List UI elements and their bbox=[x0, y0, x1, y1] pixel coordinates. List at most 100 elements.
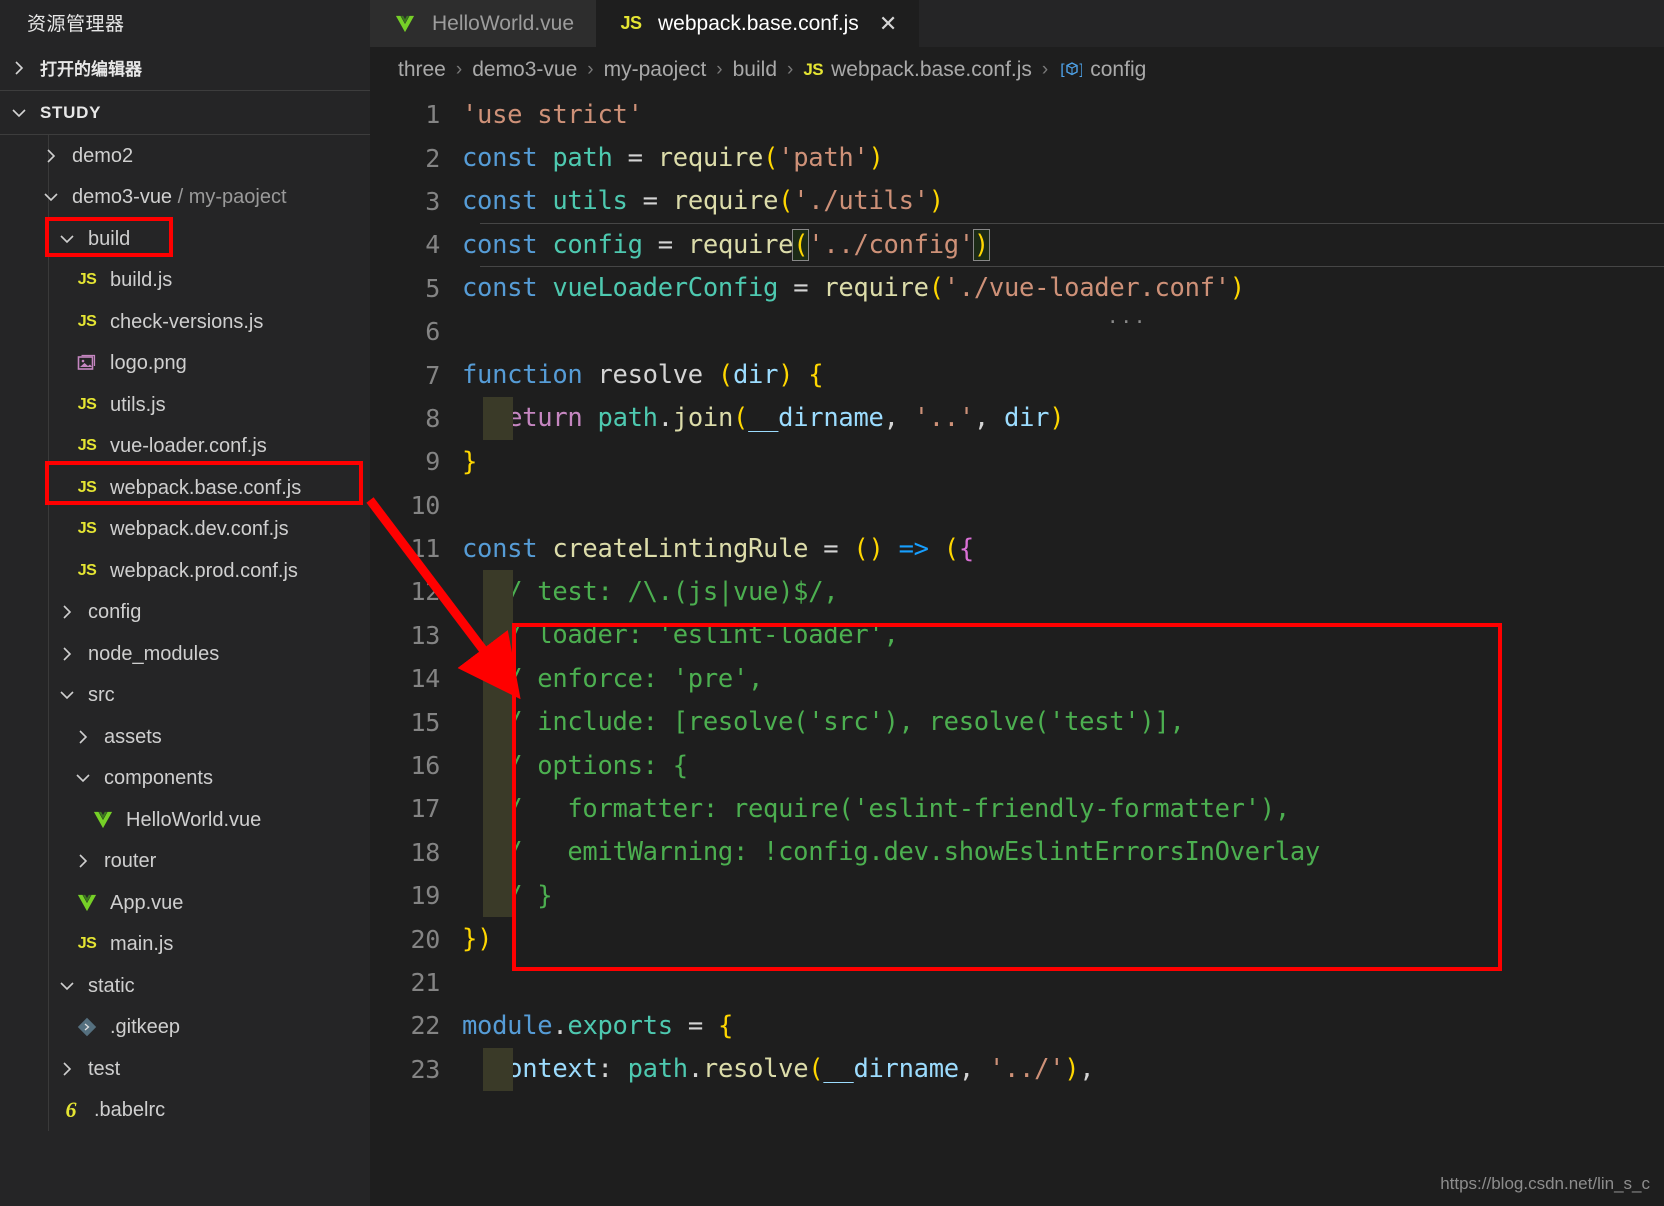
breadcrumb-item-webpack-base-conf-js[interactable]: JS webpack.base.conf.js bbox=[803, 58, 1032, 82]
tree-item-build[interactable]: build bbox=[0, 218, 370, 260]
line-number: 22 bbox=[410, 1011, 440, 1041]
tree-item-label: test bbox=[88, 1057, 121, 1080]
js-file-icon: JS bbox=[803, 60, 824, 79]
indent-guide bbox=[483, 1047, 513, 1091]
code-line[interactable]: 10 bbox=[370, 484, 1664, 527]
image-file-icon bbox=[72, 353, 102, 373]
tree-item-config[interactable]: config bbox=[0, 592, 370, 634]
tree-item-helloworld-vue[interactable]: HelloWorld.vue bbox=[0, 799, 370, 841]
line-number: 14 bbox=[410, 664, 440, 694]
breadcrumb-item-three[interactable]: three bbox=[398, 58, 446, 82]
chevron-right-icon bbox=[72, 726, 94, 748]
tree-item-components[interactable]: components bbox=[0, 758, 370, 800]
code-line[interactable]: 20}) bbox=[370, 917, 1664, 960]
tree-item-main-js[interactable]: JS main.js bbox=[0, 924, 370, 966]
line-number: 12 bbox=[410, 577, 440, 607]
tree-item-src[interactable]: src bbox=[0, 675, 370, 717]
tree-item-static[interactable]: static bbox=[0, 965, 370, 1007]
line-number: 7 bbox=[425, 360, 440, 390]
breadcrumb-item-demo3-vue[interactable]: demo3-vue bbox=[472, 58, 577, 82]
code-line[interactable]: 16 // options: { bbox=[370, 743, 1664, 788]
code-line[interactable]: 21 bbox=[370, 961, 1664, 1004]
js-file-icon: JS bbox=[77, 478, 97, 496]
js-file-icon: JS bbox=[77, 520, 97, 538]
tree-item-label: webpack.prod.conf.js bbox=[110, 559, 298, 582]
line-number: 6 bbox=[425, 317, 440, 347]
line-content: return path.join(__dirname, '..', dir) bbox=[492, 403, 1065, 434]
line-content: const config = require('../config') bbox=[462, 228, 990, 261]
tree-item-demo2[interactable]: demo2 bbox=[0, 135, 370, 177]
tree-item-webpack-dev-conf-js[interactable]: JS webpack.dev.conf.js bbox=[0, 509, 370, 551]
code-line[interactable]: 9} bbox=[370, 440, 1664, 483]
breadcrumb-item-label: config bbox=[1090, 58, 1147, 81]
tree-item-router[interactable]: router bbox=[0, 841, 370, 883]
tree-item-utils-js[interactable]: JS utils.js bbox=[0, 384, 370, 426]
tree-item-label: vue-loader.conf.js bbox=[110, 435, 267, 458]
breadcrumb-item-my-paoject[interactable]: my-paoject bbox=[604, 58, 707, 82]
tree-item-test[interactable]: test bbox=[0, 1048, 370, 1090]
chevron-right-icon bbox=[72, 850, 94, 872]
explorer-sidebar: 资源管理器 打开的编辑器 STUDY demo2 demo3-vue / my-p… bbox=[0, 0, 370, 1206]
editor-tab-label: HelloWorld.vue bbox=[432, 11, 575, 35]
tree-item-webpack-prod-conf-js[interactable]: JS webpack.prod.conf.js bbox=[0, 550, 370, 592]
code-line[interactable]: 3 const utils = require('./utils') bbox=[370, 180, 1664, 223]
code-line[interactable]: 19 // } bbox=[370, 874, 1664, 918]
tree-item-label: .babelrc bbox=[94, 1099, 166, 1122]
tree-item-label: static bbox=[88, 974, 135, 997]
vscode-window: 资源管理器 打开的编辑器 STUDY demo2 demo3-vue / my-p… bbox=[0, 0, 1664, 1206]
breadcrumb-item-label: build bbox=[732, 58, 777, 81]
code-line[interactable]: 8 return path.join(__dirname, '..', dir) bbox=[370, 396, 1664, 441]
line-number: 21 bbox=[410, 968, 440, 997]
editor-tab-webpack-base-conf-js[interactable]: JS webpack.base.conf.js ✕ bbox=[596, 0, 920, 47]
tree-item-assets[interactable]: assets bbox=[0, 716, 370, 758]
code-line[interactable]: 13 // loader: 'eslint-loader', bbox=[370, 613, 1664, 658]
code-line[interactable]: 23 context: path.resolve(__dirname, '../… bbox=[370, 1047, 1664, 1091]
tree-item-webpack-base-conf-js[interactable]: JS webpack.base.conf.js bbox=[0, 467, 370, 509]
tree-item-logo-png[interactable]: logo.png bbox=[0, 343, 370, 385]
tree-item-label: config bbox=[88, 601, 142, 624]
breadcrumb-item-build[interactable]: build bbox=[733, 58, 777, 82]
svg-text:[: [ bbox=[1058, 61, 1067, 79]
code-line[interactable]: 6 bbox=[370, 310, 1664, 353]
babel-file-icon: 6 bbox=[65, 1097, 77, 1123]
tree-item-label: src bbox=[88, 684, 115, 707]
code-line[interactable]: 5 const vueLoaderConfig = require('./vue-… bbox=[370, 267, 1664, 310]
code-line[interactable]: 17 // formatter: require('eslint-friendl… bbox=[370, 787, 1664, 831]
tree-item-gitkeep[interactable]: .gitkeep bbox=[0, 1007, 370, 1049]
code-line[interactable]: 7 function resolve (dir) { bbox=[370, 353, 1664, 396]
line-number: 18 bbox=[410, 837, 440, 867]
code-editor[interactable]: 1 'use strict' 2 const path = require('path… bbox=[370, 93, 1664, 1206]
svg-text:]: ] bbox=[1077, 61, 1082, 79]
symbol-variable-icon: [] bbox=[1058, 60, 1082, 80]
chevron-down-icon bbox=[40, 186, 62, 208]
code-line[interactable]: 15 // include: [resolve('src'), resolve(… bbox=[370, 700, 1664, 744]
code-line[interactable]: 1 'use strict' bbox=[370, 93, 1664, 136]
tree-item-build-js[interactable]: JS build.js bbox=[0, 260, 370, 302]
code-line[interactable]: 2 const path = require('path') bbox=[370, 136, 1664, 179]
breadcrumb-separator: › bbox=[787, 59, 794, 80]
code-line[interactable]: 22 module.exports = { bbox=[370, 1004, 1664, 1047]
tree-item-label: router bbox=[104, 850, 157, 873]
tree-item-node-modules[interactable]: node_modules bbox=[0, 633, 370, 675]
tree-item-vue-loader-conf-js[interactable]: JS vue-loader.conf.js bbox=[0, 426, 370, 468]
tree-item-demo3-vue[interactable]: demo3-vue / my-paoject bbox=[0, 177, 370, 219]
code-line[interactable]: 18 // emitWarning: !config.dev.showEslin… bbox=[370, 830, 1664, 875]
close-icon[interactable]: ✕ bbox=[879, 12, 897, 35]
tree-item-label: assets bbox=[104, 725, 162, 748]
tree-item-babelrc[interactable]: 6 .babelrc bbox=[0, 1090, 370, 1132]
code-line[interactable]: 4 const config = require('../config') bbox=[370, 223, 1664, 267]
open-editors-section[interactable]: 打开的编辑器 bbox=[0, 45, 370, 90]
tree-item-app-vue[interactable]: App.vue bbox=[0, 882, 370, 924]
code-line[interactable]: 14 // enforce: 'pre', bbox=[370, 657, 1664, 701]
breadcrumb-item-config[interactable]: [] config bbox=[1058, 58, 1146, 82]
code-line[interactable]: 11 const createLintingRule = () => ({ bbox=[370, 527, 1664, 570]
line-content: const createLintingRule = () => ({ bbox=[462, 533, 974, 564]
editor-tab-bar: HelloWorld.vue JS webpack.base.conf.js ✕ bbox=[370, 0, 1664, 47]
tree-item-label: check-versions.js bbox=[110, 310, 264, 333]
editor-tab-helloworld-vue[interactable]: HelloWorld.vue bbox=[370, 0, 597, 47]
code-line[interactable]: 12 // test: /\.(js|vue)$/, bbox=[370, 570, 1664, 614]
tree-item-check-versions-js[interactable]: JS check-versions.js bbox=[0, 301, 370, 343]
chevron-right-icon bbox=[56, 643, 78, 665]
workspace-section-study[interactable]: STUDY bbox=[0, 90, 370, 135]
line-content: // emitWarning: !config.dev.showEslintEr… bbox=[492, 837, 1320, 868]
